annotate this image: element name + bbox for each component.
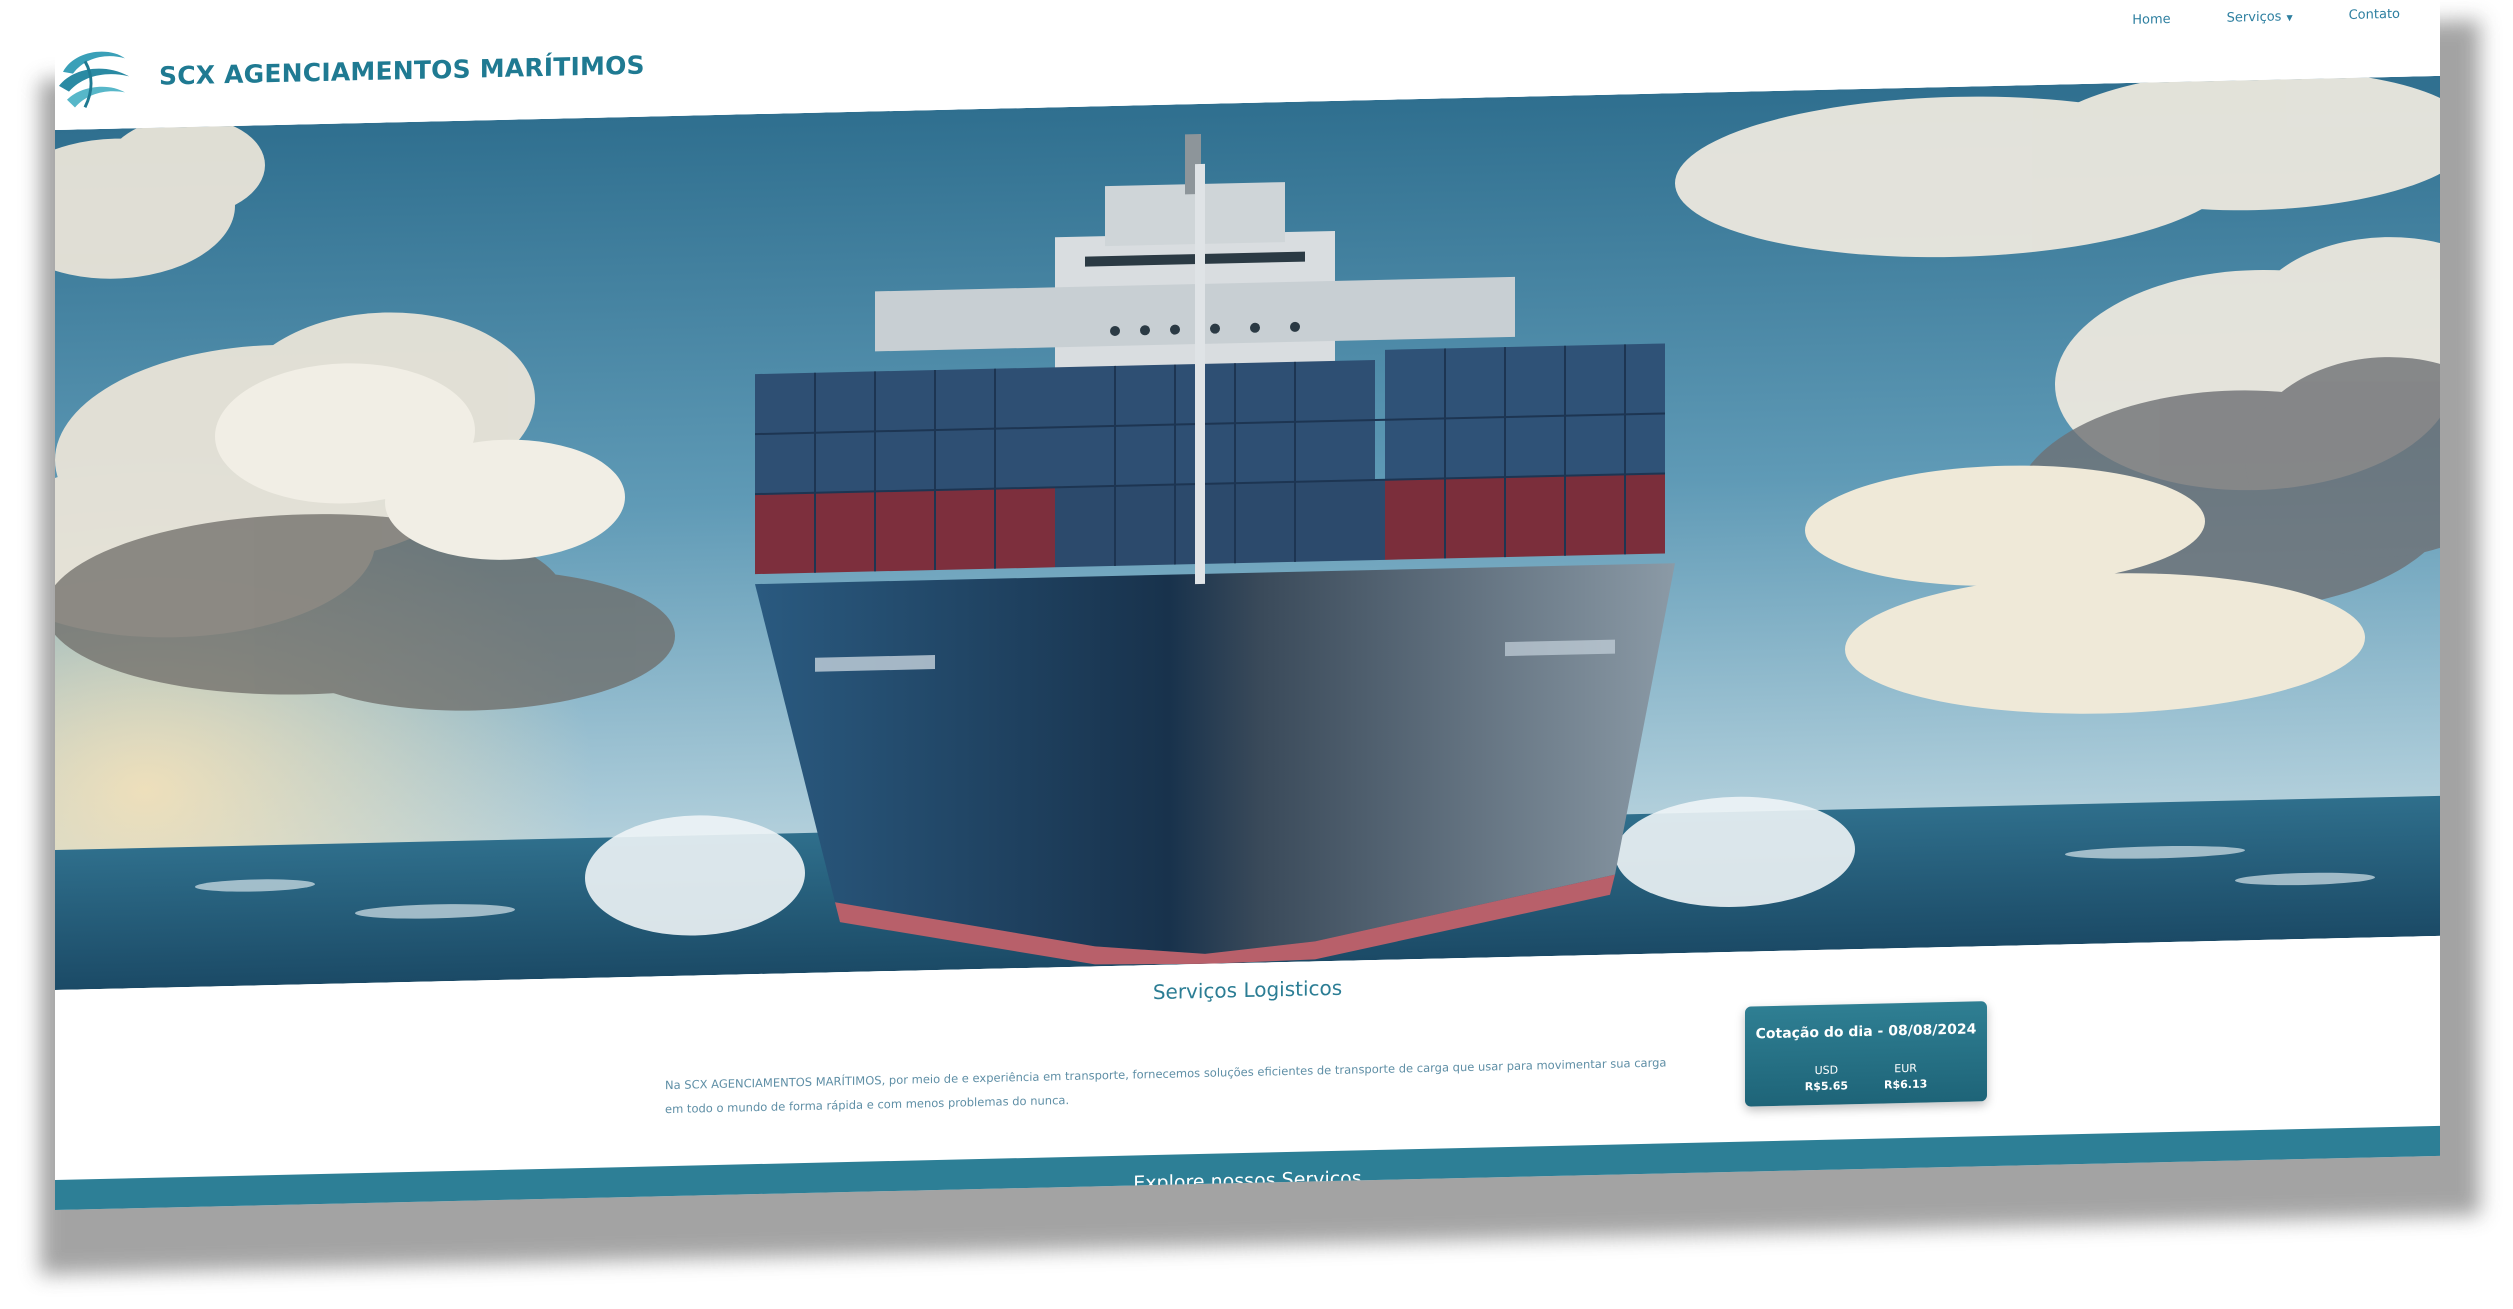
nav-services-label: Serviços [2226,9,2282,26]
screenshot-stage: SCX AGENCIAMENTOS MARÍTIMOS Home Serviço… [0,0,2513,1309]
rate-eur: EUR R$6.13 [1884,1061,1927,1094]
container-ship-illustration [55,75,2440,990]
rate-eur-currency: EUR [1894,1061,1917,1076]
web-page: SCX AGENCIAMENTOS MARÍTIMOS Home Serviço… [55,0,2440,1210]
rate-usd-currency: USD [1814,1063,1839,1078]
caret-down-icon: ▼ [2286,13,2293,23]
wave-logo-icon[interactable] [55,40,133,120]
rate-eur-value: R$6.13 [1884,1077,1928,1092]
services-description: Na SCX AGENCIAMENTOS MARÍTIMOS, por meio… [665,1054,1667,1116]
exchange-rate-list: USD R$5.65 EUR R$6.13 [1745,1059,1987,1096]
hero-image [55,75,2440,990]
nav-services-link[interactable]: Serviços ▼ [2227,9,2293,25]
nav-home-link[interactable]: Home [2132,12,2170,28]
exchange-rate-title: Cotação do dia - 08/08/2024 [1755,1021,1977,1043]
exchange-rate-card: Cotação do dia - 08/08/2024 USD R$5.65 E… [1745,1001,1987,1107]
brand-name[interactable]: SCX AGENCIAMENTOS MARÍTIMOS [159,51,645,91]
nav-contact-link[interactable]: Contato [2349,7,2400,23]
rate-usd: USD R$5.65 [1805,1062,1848,1095]
rate-usd-value: R$5.65 [1804,1079,1848,1094]
main-nav: Home Serviços ▼ Contato [2132,7,2400,28]
